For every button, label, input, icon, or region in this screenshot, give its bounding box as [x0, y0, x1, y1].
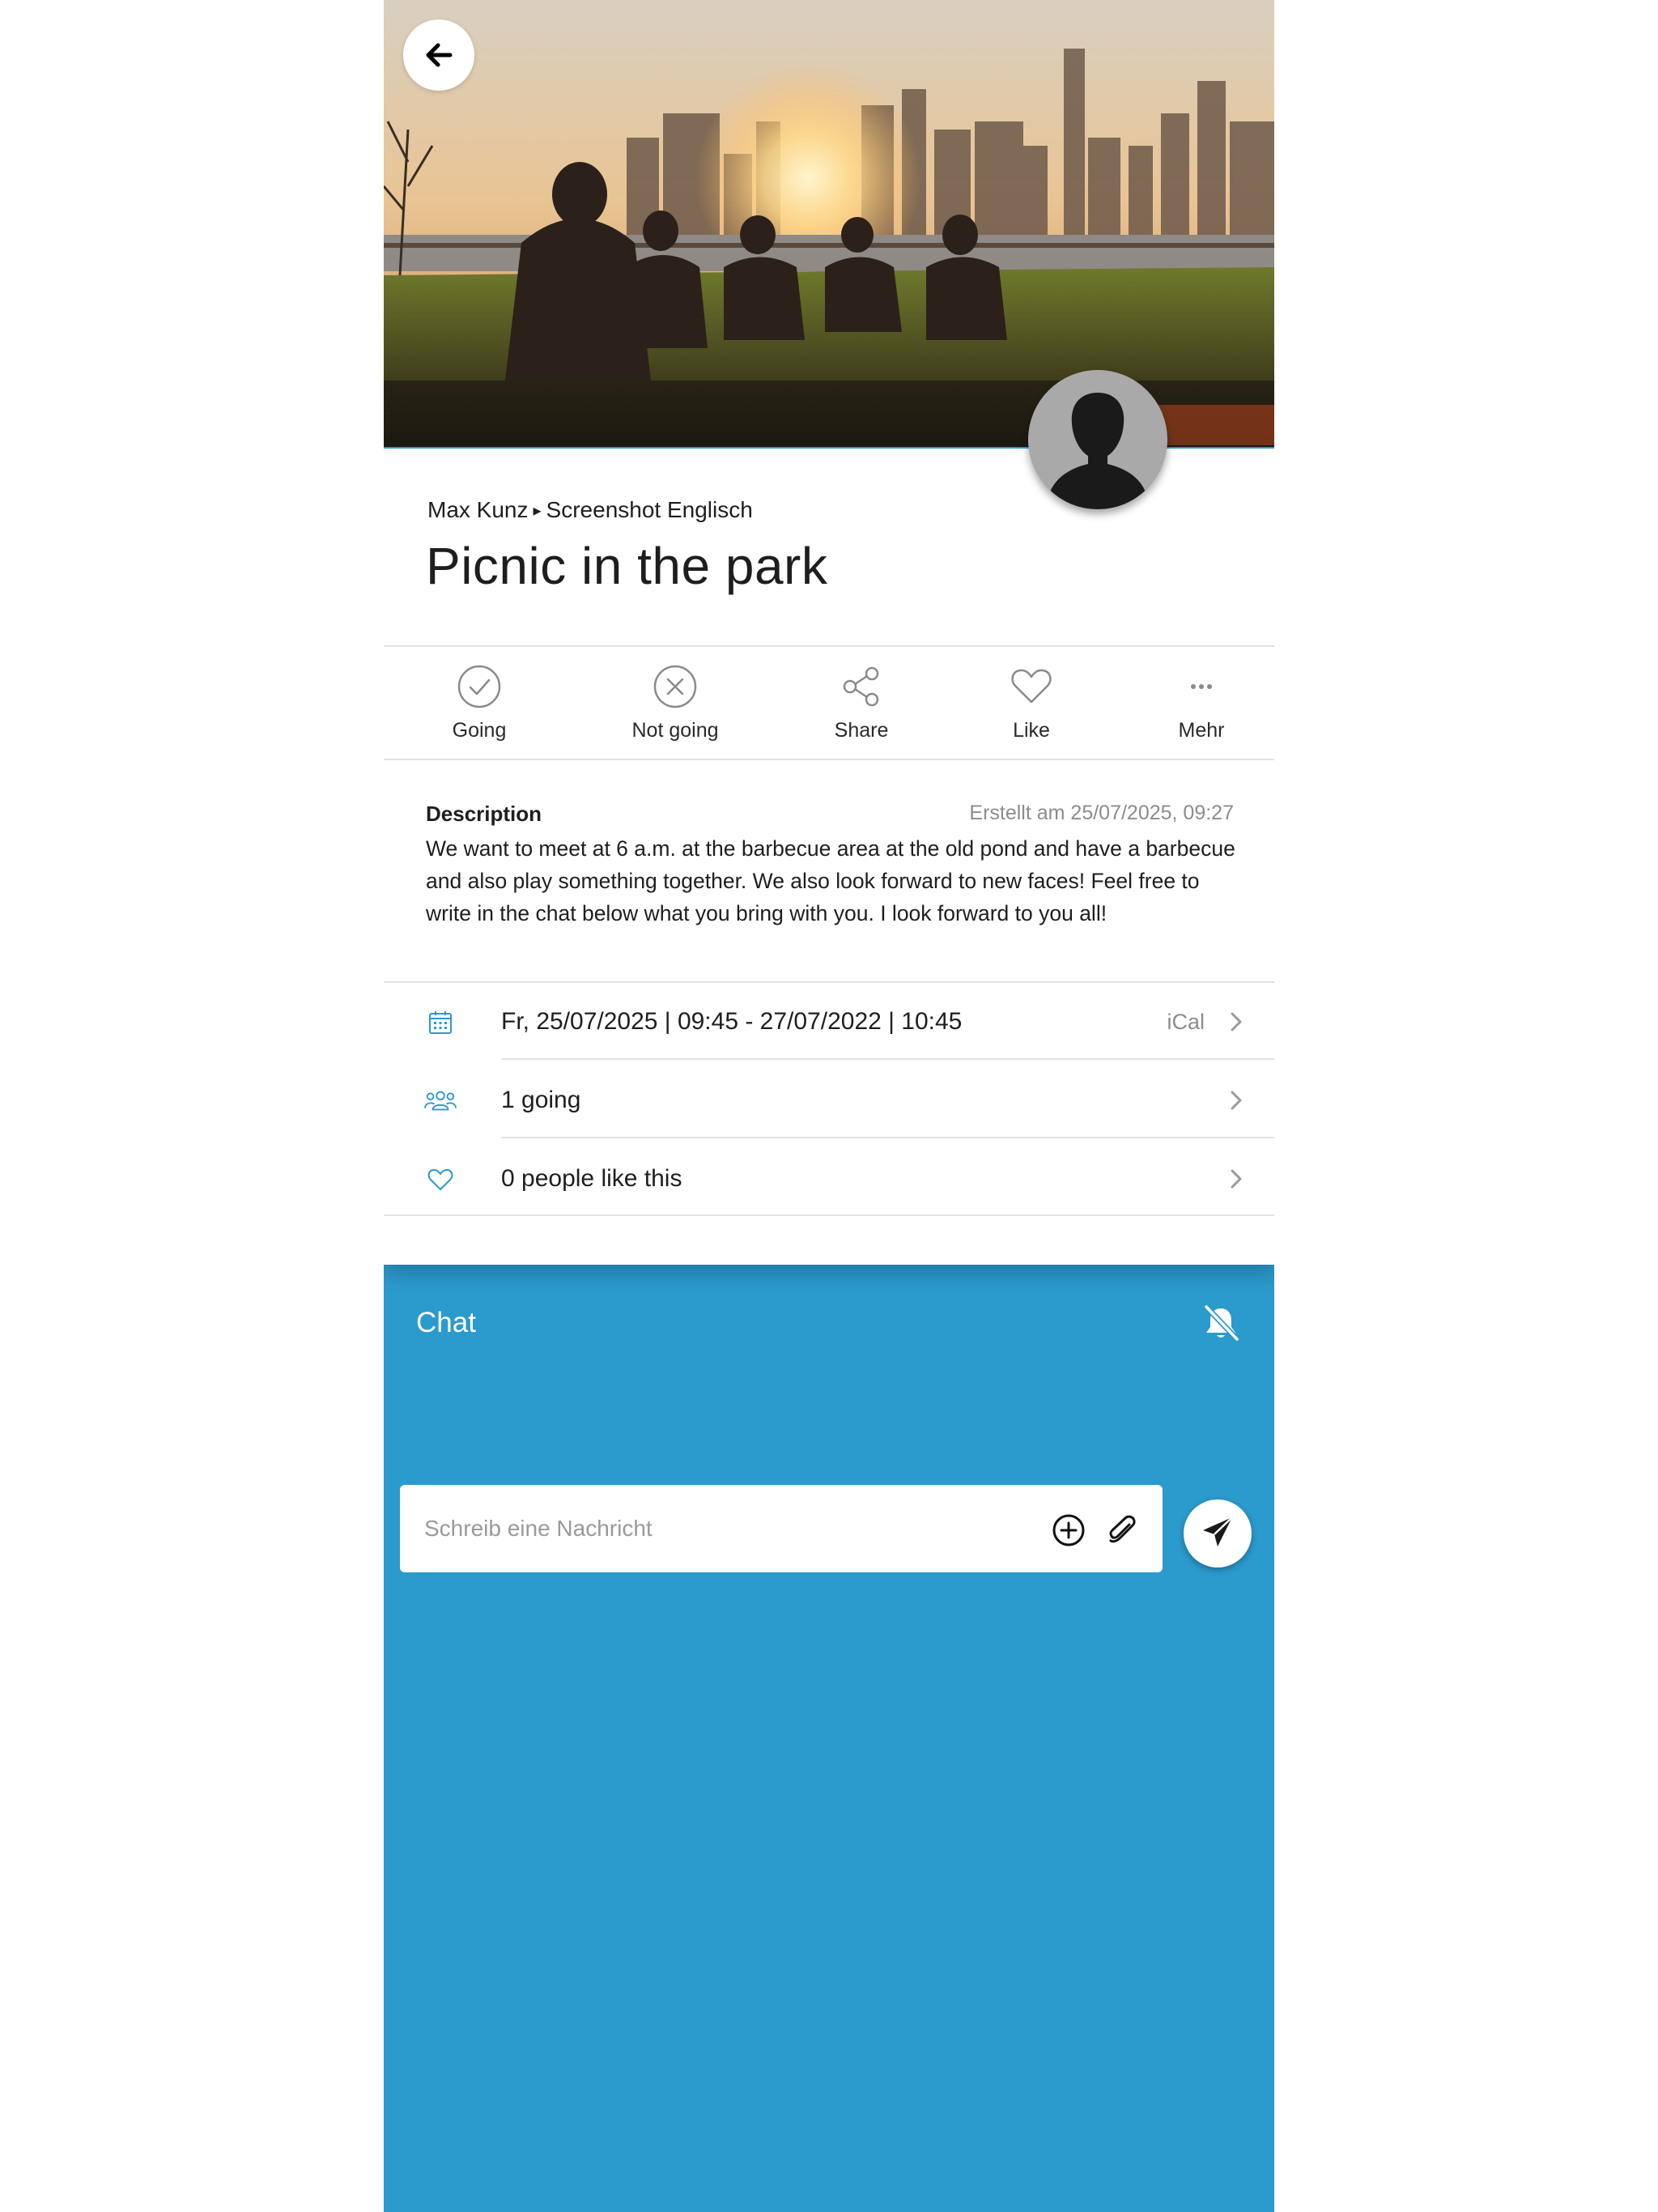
- share-button[interactable]: Share: [813, 646, 910, 755]
- arrow-left-icon: [423, 39, 455, 71]
- breadcrumb-group[interactable]: Screenshot Englisch: [546, 497, 753, 523]
- share-icon: [837, 662, 886, 711]
- x-circle-icon: [651, 662, 699, 711]
- plus-circle-icon[interactable]: [1051, 1512, 1086, 1548]
- divider: [501, 1137, 1274, 1138]
- share-label: Share: [834, 719, 889, 742]
- mute-notifications-button[interactable]: [1198, 1302, 1244, 1347]
- event-detail-screen: Max Kunz ▸ Screenshot Englisch Picnic in…: [384, 0, 1274, 2212]
- breadcrumb: Max Kunz ▸ Screenshot Englisch: [427, 497, 753, 523]
- not-going-label: Not going: [631, 719, 719, 742]
- event-date-range: Fr, 25/07/2025 | 09:45 - 27/07/2022 | 10…: [501, 1008, 963, 1035]
- event-title: Picnic in the park: [426, 537, 828, 595]
- likes-row[interactable]: 0 people like this: [384, 1141, 1274, 1219]
- description-heading: Description: [426, 802, 542, 826]
- created-timestamp: Erstellt am 25/07/2025, 09:27: [969, 802, 1234, 824]
- like-button[interactable]: Like: [991, 646, 1072, 755]
- event-card: Max Kunz ▸ Screenshot Englisch Picnic in…: [384, 370, 1274, 1265]
- back-button[interactable]: [403, 19, 474, 91]
- going-label: Going: [452, 719, 507, 742]
- breadcrumb-separator: ▸: [533, 501, 542, 520]
- breadcrumb-author[interactable]: Max Kunz: [427, 497, 529, 523]
- calendar-icon: [424, 1006, 457, 1039]
- picnic-photo: [384, 0, 1274, 447]
- send-icon: [1200, 1514, 1235, 1554]
- more-button[interactable]: Mehr: [1161, 646, 1242, 755]
- likes-count: 0 people like this: [501, 1165, 682, 1192]
- message-input[interactable]: [424, 1508, 1039, 1550]
- send-button[interactable]: [1184, 1499, 1252, 1568]
- chevron-right-icon: [1222, 1087, 1250, 1114]
- going-row[interactable]: 1 going: [384, 1062, 1274, 1140]
- divider: [384, 1214, 1274, 1216]
- heart-outline-icon: [424, 1163, 457, 1196]
- like-label: Like: [1013, 719, 1050, 742]
- heart-icon: [1007, 662, 1056, 711]
- chat-title: Chat: [416, 1307, 476, 1338]
- ical-link[interactable]: iCal: [1167, 1010, 1205, 1035]
- check-circle-icon: [455, 662, 504, 711]
- not-going-button[interactable]: Not going: [619, 646, 732, 755]
- chat-panel: Chat: [384, 1265, 1274, 2212]
- divider: [501, 1058, 1274, 1060]
- divider: [384, 759, 1274, 760]
- more-label: Mehr: [1178, 719, 1225, 742]
- paperclip-icon[interactable]: [1104, 1512, 1140, 1548]
- more-dots-icon: [1177, 662, 1226, 711]
- author-avatar[interactable]: [1028, 370, 1167, 509]
- chevron-right-icon: [1222, 1165, 1250, 1193]
- going-button[interactable]: Going: [439, 646, 520, 755]
- people-icon: [424, 1085, 457, 1117]
- chevron-right-icon: [1222, 1008, 1250, 1036]
- divider: [384, 981, 1274, 983]
- going-count: 1 going: [501, 1087, 581, 1113]
- description-text: We want to meet at 6 a.m. at the barbecu…: [426, 836, 1235, 925]
- action-bar: Going Not going Share Like Mehr: [384, 646, 1274, 755]
- date-row[interactable]: Fr, 25/07/2025 | 09:45 - 27/07/2022 | 10…: [384, 984, 1274, 1061]
- message-composer: [400, 1485, 1163, 1572]
- hero-image: [384, 0, 1274, 447]
- user-silhouette-icon: [1028, 370, 1167, 509]
- bell-off-icon: [1200, 1302, 1242, 1348]
